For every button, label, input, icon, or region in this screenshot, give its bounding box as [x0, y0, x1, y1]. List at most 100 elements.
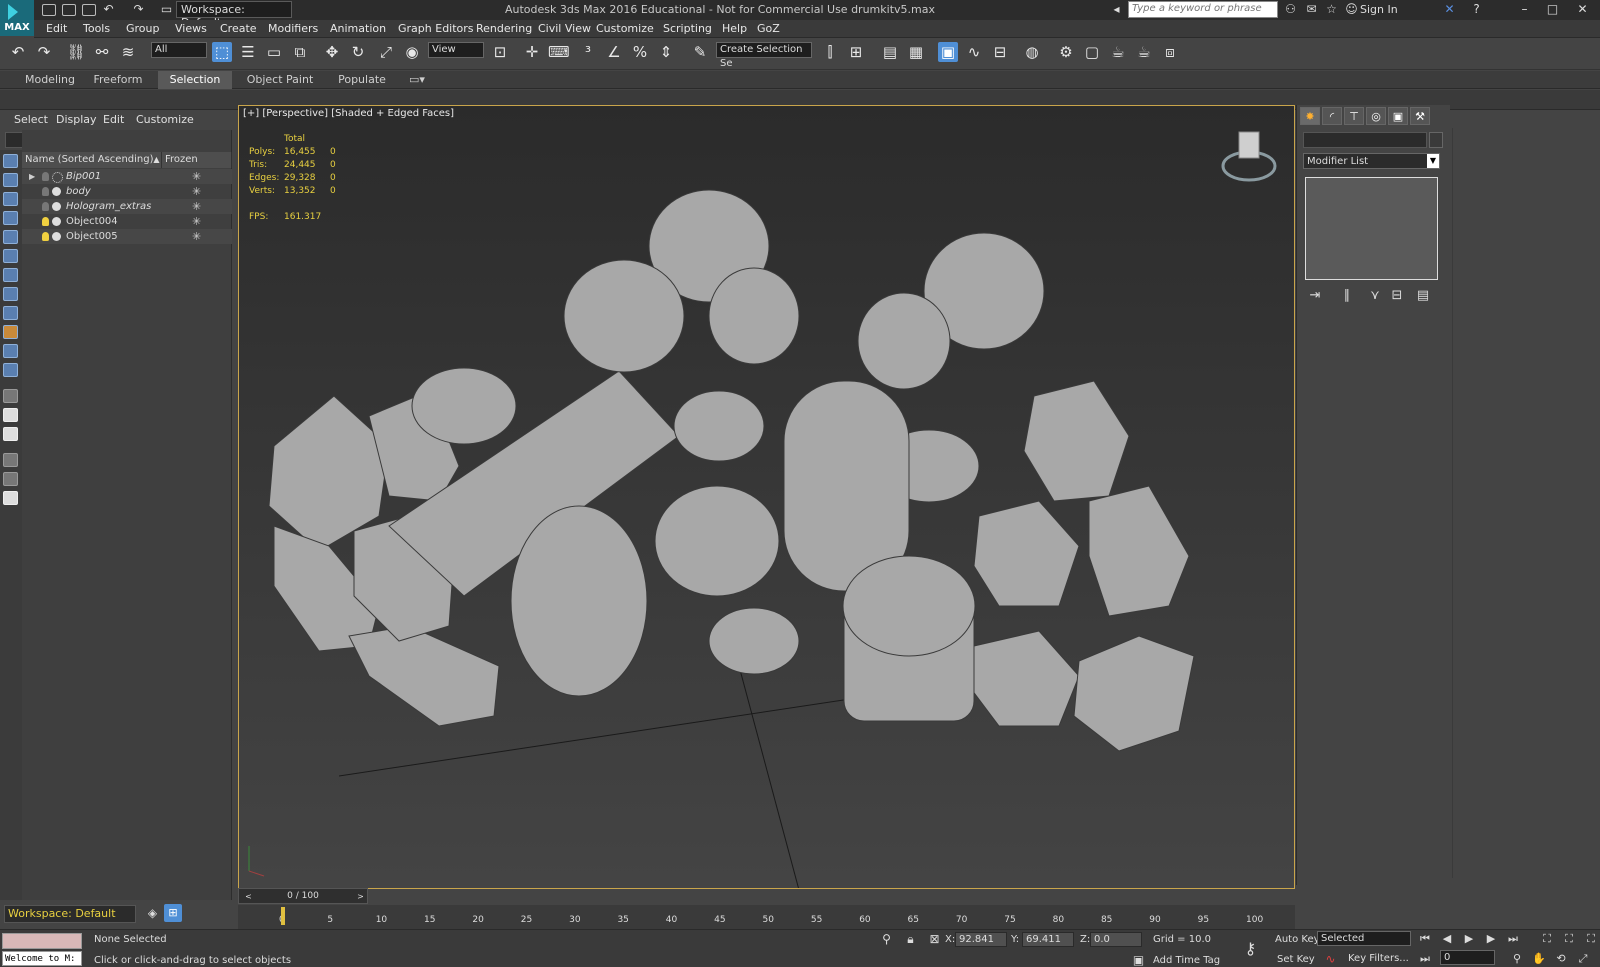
menu-edit[interactable]: Edit [46, 22, 67, 35]
workspace-selector[interactable]: Workspace: Default [4, 905, 136, 923]
rotate-icon[interactable]: ↻ [348, 42, 368, 62]
curve-editor-icon[interactable]: ∿ [964, 42, 984, 62]
time-tag-icon[interactable]: ▣ [1132, 954, 1145, 967]
exchange-icon[interactable]: ✕ [1443, 3, 1456, 16]
sign-in-button[interactable]: Sign In [1360, 3, 1398, 16]
set-key-icon[interactable]: ⚷ [1244, 941, 1257, 957]
display-cameras-icon[interactable] [3, 249, 18, 263]
orbit-icon[interactable]: ⟲ [1554, 952, 1568, 966]
go-to-start-icon[interactable]: ⏮ [1418, 932, 1432, 946]
light-bulb-icon[interactable] [42, 217, 49, 226]
maximize-viewport-icon[interactable]: ⤢ [1576, 952, 1590, 966]
display-all-icon[interactable] [3, 173, 18, 187]
help-icon[interactable]: ? [1470, 3, 1483, 16]
light-bulb-icon[interactable] [42, 202, 49, 211]
list-item[interactable]: ▶ Bip001 ✳ [22, 169, 232, 184]
freeze-toggle-icon[interactable]: ✳ [192, 199, 201, 214]
hierarchy-icon[interactable]: ⊞ [164, 904, 182, 922]
light-bulb-icon[interactable] [42, 172, 49, 181]
light-bulb-icon[interactable] [42, 232, 49, 241]
field-of-view-icon[interactable]: ⛶ [1584, 932, 1598, 946]
freeze-toggle-icon[interactable]: ✳ [192, 169, 201, 184]
render-production-icon[interactable]: ☕ [1108, 42, 1128, 62]
make-unique-icon[interactable]: ⋎ [1366, 288, 1384, 304]
current-frame-field[interactable]: 0 [1440, 950, 1495, 965]
motion-tab-icon[interactable]: ◎ [1366, 107, 1386, 125]
percent-snap-icon[interactable]: % [630, 42, 650, 62]
scene-menu-select[interactable]: Select [14, 113, 48, 126]
zoom-extents-all-icon[interactable]: ⛶ [1562, 932, 1576, 946]
layer-explorer-icon[interactable] [3, 491, 18, 505]
menu-views[interactable]: Views [175, 22, 207, 35]
filter-toggle-icon[interactable] [3, 453, 18, 467]
app-logo[interactable]: MAX [0, 0, 34, 36]
favorites-star-icon[interactable]: ☆ [1325, 3, 1338, 16]
select-by-name-icon[interactable]: ☰ [238, 42, 258, 62]
configure-modifier-sets-icon[interactable]: ▤ [1414, 288, 1432, 304]
list-item[interactable]: Hologram_extras ✳ [22, 199, 232, 214]
object-color-swatch[interactable] [1429, 132, 1443, 148]
display-space-warps-icon[interactable] [3, 287, 18, 301]
search-arrow-icon[interactable]: ◂ [1110, 3, 1123, 16]
move-icon[interactable]: ✥ [322, 42, 342, 62]
menu-customize[interactable]: Customize [596, 22, 654, 35]
current-frame-marker[interactable] [281, 907, 285, 925]
save-file-icon[interactable] [82, 4, 96, 16]
minimize-icon[interactable]: – [1518, 3, 1531, 16]
link-icon[interactable]: ⛓ [66, 42, 86, 62]
render-iterative-icon[interactable]: ☕ [1134, 42, 1154, 62]
hierarchy-tab-icon[interactable]: ⊤ [1344, 107, 1364, 125]
close-icon[interactable]: ✕ [1576, 3, 1589, 16]
y-coordinate-field[interactable]: 69.411 [1022, 932, 1074, 947]
angle-snap-icon[interactable]: ∠ [604, 42, 624, 62]
display-influences-icon[interactable] [3, 408, 18, 422]
create-tab-icon[interactable]: ✸ [1300, 107, 1320, 125]
user-icon[interactable]: ☺ [1345, 3, 1358, 16]
freeze-toggle-icon[interactable]: ✳ [192, 214, 201, 229]
pin-stack-icon[interactable]: ⇥ [1306, 288, 1324, 304]
add-time-tag-button[interactable]: Add Time Tag [1153, 955, 1220, 966]
time-slider-next-icon[interactable]: > [354, 890, 367, 903]
undo-icon[interactable]: ↶ [8, 42, 28, 62]
ribbon-options-icon[interactable]: ▭▾ [404, 71, 430, 89]
undo-icon[interactable]: ↶ [102, 3, 115, 16]
align-icon[interactable]: ⊞ [846, 42, 866, 62]
light-bulb-icon[interactable] [42, 187, 49, 196]
scene-explorer-icon[interactable]: ▣ [938, 42, 958, 62]
new-file-icon[interactable] [42, 4, 56, 16]
list-item[interactable]: Object005 ✳ [22, 229, 232, 244]
perspective-viewport[interactable]: [+] [Perspective] [Shaded + Edged Faces]… [238, 105, 1295, 889]
display-none-icon[interactable] [3, 154, 18, 168]
spinner-snap-icon[interactable]: ⇕ [656, 42, 676, 62]
binoculars-icon[interactable]: ⚇ [1284, 3, 1297, 16]
display-xrefs-icon[interactable] [3, 325, 18, 339]
menu-help[interactable]: Help [722, 22, 747, 35]
maxscript-listener[interactable] [2, 933, 82, 949]
ribbon-tab-freeform[interactable]: Freeform [78, 71, 158, 89]
key-set-dropdown[interactable]: Selected [1317, 931, 1411, 946]
rendered-frame-window-icon[interactable]: ▢ [1082, 42, 1102, 62]
select-object-icon[interactable]: ⬚ [212, 42, 232, 62]
snaps-toggle-icon[interactable]: ³ [578, 42, 598, 62]
redo-icon[interactable]: ↷ [132, 3, 145, 16]
scene-menu-customize[interactable]: Customize [136, 113, 194, 126]
selection-filter-dropdown[interactable]: All [151, 42, 207, 58]
menu-civil-view[interactable]: Civil View [538, 22, 591, 35]
unlink-icon[interactable]: ⚯ [92, 42, 112, 62]
edit-named-selection-icon[interactable]: ✎ [690, 42, 710, 62]
window-crossing-icon[interactable]: ⧉ [290, 42, 310, 62]
menu-group[interactable]: Group [126, 22, 160, 35]
selection-lock-icon[interactable]: 🔒︎ [904, 933, 917, 946]
modifier-list-arrow-icon[interactable]: ▼ [1427, 154, 1439, 168]
display-groups-icon[interactable] [3, 306, 18, 320]
redo-icon[interactable]: ↷ [34, 42, 54, 62]
visibility-icon[interactable] [52, 217, 61, 226]
visibility-icon[interactable] [52, 232, 61, 241]
display-geometry-icon[interactable] [3, 192, 18, 206]
play-icon[interactable]: ▶ [1462, 932, 1476, 946]
named-selection-sets-dropdown[interactable]: Create Selection Se [716, 42, 812, 69]
display-shapes-icon[interactable] [3, 211, 18, 225]
modifier-list-dropdown[interactable]: Modifier List [1303, 153, 1440, 169]
x-coordinate-field[interactable]: 92.841 [955, 932, 1007, 947]
zoom-extents-icon[interactable]: ⛶ [1540, 932, 1554, 946]
